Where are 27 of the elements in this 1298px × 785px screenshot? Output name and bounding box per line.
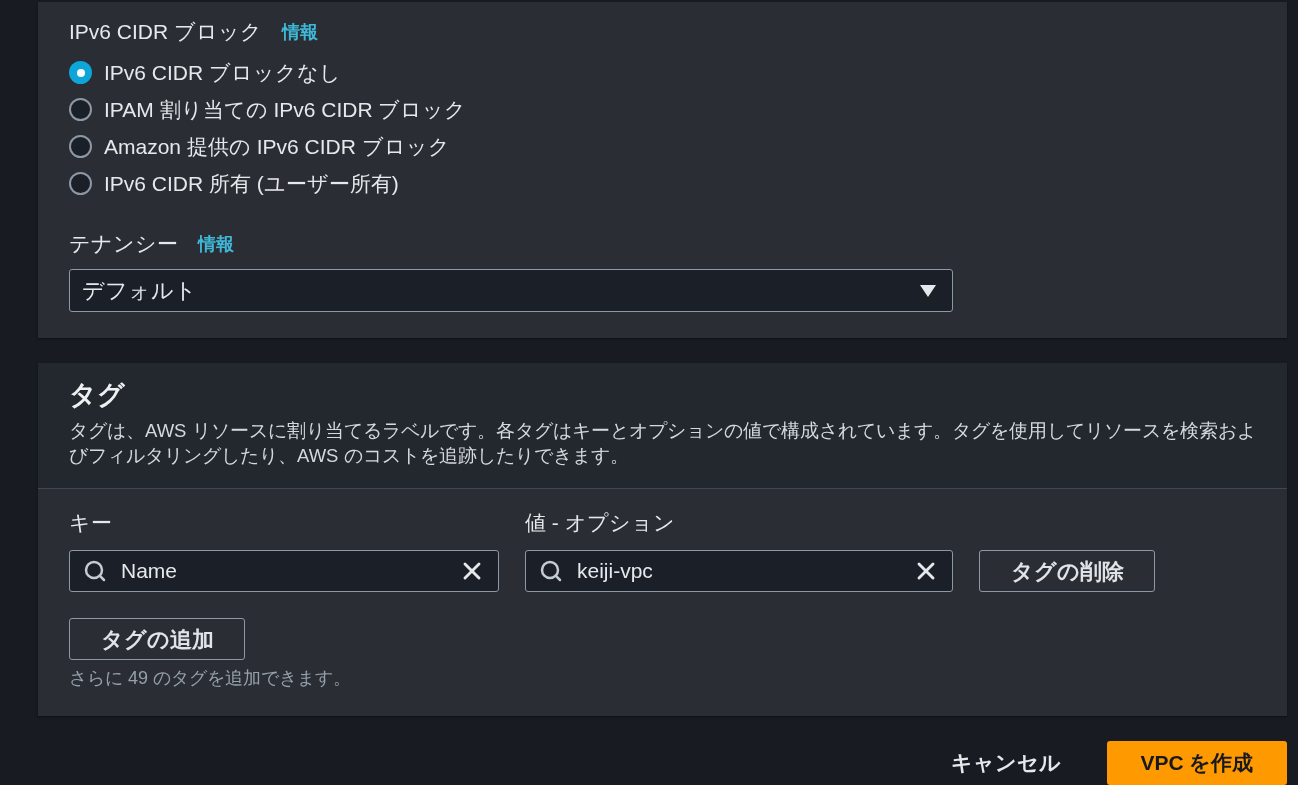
- radio-button[interactable]: [69, 135, 92, 158]
- remove-tag-button[interactable]: タグの削除: [979, 550, 1155, 592]
- field-label: 値 - オプション: [525, 511, 676, 535]
- value-input[interactable]: keiji-vpc: [525, 550, 953, 592]
- cancel-button[interactable]: キャンセル: [939, 741, 1073, 785]
- tenancy-select[interactable]: デフォルト: [69, 269, 953, 312]
- section-title: タグ: [69, 379, 126, 411]
- info-link[interactable]: 情報: [198, 230, 234, 258]
- radio-button[interactable]: [69, 172, 92, 195]
- info-link[interactable]: 情報: [282, 18, 319, 46]
- radio-label[interactable]: IPAM 割り当ての IPv6 CIDR ブロック: [104, 93, 467, 126]
- hint-text: さらに 49 のタグを追加できます。: [69, 668, 353, 688]
- section-description: タグは、AWS リソースに割り当てるラベルです。各タグはキーとオプションの値で構成されています。タグを使用してリソースを検索およびフィルタリングしたり、AWS のコストを追跡したりできます。: [69, 419, 1257, 468]
- radio-label[interactable]: IPv6 CIDR 所有 (ユーザー所有): [104, 167, 399, 200]
- search-icon: [539, 559, 563, 583]
- field-label: キー: [69, 511, 113, 535]
- caret-icon: [920, 284, 936, 297]
- radio-button[interactable]: [69, 61, 92, 84]
- radio-label[interactable]: Amazon 提供の IPv6 CIDR ブロック: [104, 130, 450, 163]
- create-vpc-button[interactable]: VPC を作成: [1107, 741, 1287, 785]
- add-tag-button[interactable]: タグの追加: [69, 618, 245, 660]
- search-icon: [83, 559, 107, 583]
- key-input[interactable]: Name: [69, 550, 499, 592]
- radio-label[interactable]: IPv6 CIDR ブロックなし: [104, 56, 342, 89]
- field-label: テナンシー: [69, 232, 178, 256]
- radio-button[interactable]: [69, 98, 92, 121]
- field-label: IPv6 CIDR ブロック: [69, 20, 263, 44]
